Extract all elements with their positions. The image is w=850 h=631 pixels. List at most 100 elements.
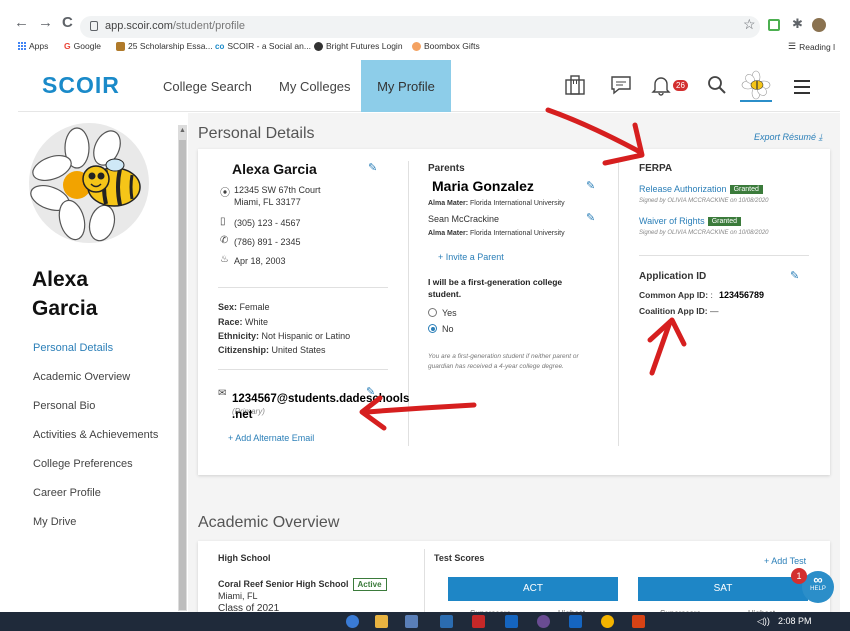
powerpoint-icon[interactable]	[632, 615, 645, 628]
personal-details-heading: Personal Details	[198, 125, 315, 142]
first-gen-yes-radio[interactable]	[428, 308, 437, 317]
url-text: app.scoir.com/student/profile	[105, 20, 246, 32]
birthday-cake-icon: ♨	[220, 254, 229, 265]
citizenship-row: Citizenship: United States	[218, 345, 326, 355]
student-name: Alexa Garcia	[232, 161, 317, 177]
chrome-icon[interactable]	[601, 615, 614, 628]
browser-toolbar: ← → C app.scoir.com/student/profile ☆ ✱	[0, 0, 850, 38]
bookmark-boombox[interactable]: Boombox Gifts	[412, 41, 480, 51]
sidebar-item-career-profile[interactable]: Career Profile	[33, 487, 101, 499]
school-city: Miami, FL	[218, 591, 258, 601]
address-line-1: 12345 SW 67th Court	[234, 185, 321, 195]
application-id-heading: Application ID	[639, 271, 707, 282]
first-gen-question-line1: I will be a first-generation college	[428, 277, 563, 287]
bell-icon[interactable]	[650, 74, 672, 96]
reload-icon[interactable]: C	[62, 14, 73, 31]
bookmark-apps[interactable]: Apps	[18, 41, 48, 51]
phone-number: (786) 891 - 2345	[234, 237, 301, 247]
acrobat-icon[interactable]	[472, 615, 485, 628]
parent2-alma-mater: Alma Mater: Florida International Univer…	[428, 230, 565, 237]
bookmarks-bar: Apps G Google 25 Scholarship Essa... co …	[0, 38, 850, 56]
release-authorization[interactable]: Release Authorization Granted	[639, 184, 763, 195]
bookmark-bright-futures[interactable]: Bright Futures Login	[314, 41, 403, 51]
college-building-icon[interactable]	[564, 74, 586, 96]
edit-pencil-icon[interactable]: ✎	[368, 161, 377, 174]
back-icon[interactable]: ←	[14, 14, 29, 31]
message-icon[interactable]	[610, 74, 632, 96]
bookmark-star-icon[interactable]: ☆	[743, 16, 756, 33]
academic-overview-heading: Academic Overview	[198, 514, 340, 531]
edit-parent-pencil-icon[interactable]: ✎	[586, 211, 595, 224]
waiver-of-rights[interactable]: Waiver of Rights Granted	[639, 216, 741, 227]
divider	[218, 287, 388, 288]
search-icon[interactable]	[706, 74, 728, 96]
school-name-row: Coral Reef Senior High School Active	[218, 578, 387, 591]
volume-icon[interactable]: ◁))	[757, 616, 770, 627]
nav-my-profile[interactable]: My Profile	[361, 60, 451, 112]
parents-heading: Parents	[428, 163, 465, 174]
sex-row: Sex: Female	[218, 302, 270, 312]
common-app-label: Common App ID: :	[639, 290, 713, 300]
bookmark-favicon	[314, 41, 323, 51]
act-header[interactable]: ACT	[448, 577, 618, 601]
scrollbar-thumb[interactable]	[179, 140, 186, 610]
sidebar-item-academic-overview[interactable]: Academic Overview	[33, 371, 130, 383]
profile-avatar-icon[interactable]	[741, 70, 771, 100]
divider	[639, 255, 809, 256]
scroll-up-icon[interactable]: ▲	[179, 127, 186, 134]
first-gen-note-line2: guardian has received a 4-year college d…	[428, 363, 564, 370]
address-bar[interactable]: app.scoir.com/student/profile	[80, 16, 760, 38]
apps-grid-icon	[18, 42, 26, 50]
nav-college-search[interactable]: College Search	[163, 79, 252, 94]
parent2-name: Sean McCrackine	[428, 214, 500, 224]
store-icon[interactable]	[405, 615, 418, 628]
granted-badge: Granted	[707, 217, 741, 227]
release-signed-note: Signed by OLIVIA MCCRACKINE on 10/08/202…	[639, 198, 769, 204]
bookmark-scholarship[interactable]: 25 Scholarship Essa...	[116, 41, 213, 51]
reading-list[interactable]: ☰ Reading l	[788, 41, 835, 52]
sidebar-item-activities[interactable]: Activities & Achievements	[33, 429, 158, 441]
sidebar-item-personal-details[interactable]: Personal Details	[33, 342, 113, 354]
site-header: SCOIR College Search My Colleges My Prof…	[18, 60, 840, 112]
sat-header[interactable]: SAT	[638, 577, 808, 601]
sidebar-item-college-preferences[interactable]: College Preferences	[33, 458, 133, 470]
add-test-link[interactable]: + Add Test	[764, 556, 806, 566]
extension-icon[interactable]	[768, 19, 780, 31]
windows-taskbar: ◁)) 2:08 PM	[0, 612, 850, 631]
invite-parent-link[interactable]: + Invite a Parent	[438, 252, 504, 262]
app-icon[interactable]	[537, 615, 550, 628]
edit-app-id-pencil-icon[interactable]: ✎	[790, 269, 799, 282]
nav-my-colleges[interactable]: My Colleges	[279, 79, 351, 94]
bookmark-scoir[interactable]: co SCOIR - a Social an...	[215, 41, 311, 51]
mobile-number: (305) 123 - 4567	[234, 218, 301, 228]
active-badge: Active	[352, 578, 387, 591]
export-resume-link[interactable]: Export Résumé ⤓	[754, 132, 823, 143]
column-divider	[618, 161, 619, 446]
edge-icon[interactable]	[346, 615, 359, 628]
edit-email-pencil-icon[interactable]: ✎	[366, 385, 375, 398]
help-notification-badge: 1	[791, 568, 807, 584]
google-icon: G	[64, 41, 71, 51]
waiver-signed-note: Signed by OLIVIA MCCRACKINE on 10/08/202…	[639, 230, 769, 236]
bookmark-favicon	[412, 41, 421, 51]
hamburger-menu-icon[interactable]	[794, 80, 810, 98]
first-gen-no-radio[interactable]	[428, 324, 437, 333]
first-gen-note-line1: You are a first-generation student if ne…	[428, 353, 579, 360]
email-icon: ✉	[218, 388, 227, 399]
file-explorer-icon[interactable]	[375, 615, 388, 628]
puzzle-icon[interactable]: ✱	[792, 16, 803, 32]
add-alternate-email-link[interactable]: + Add Alternate Email	[228, 433, 314, 443]
browser-profile-avatar[interactable]	[812, 18, 826, 32]
outlook-icon[interactable]	[569, 615, 582, 628]
bookmark-google[interactable]: G Google	[64, 41, 101, 51]
mail-icon[interactable]	[440, 615, 453, 628]
forward-icon[interactable]: →	[38, 14, 53, 31]
divider	[218, 369, 388, 370]
outlook-icon[interactable]	[505, 615, 518, 628]
clock: 2:08 PM	[778, 616, 812, 626]
sidebar-item-personal-bio[interactable]: Personal Bio	[33, 400, 95, 412]
scoir-logo[interactable]: SCOIR	[42, 72, 120, 99]
sidebar-item-my-drive[interactable]: My Drive	[33, 516, 76, 528]
edit-parent-pencil-icon[interactable]: ✎	[586, 179, 595, 192]
notification-badge: 26	[673, 80, 688, 91]
